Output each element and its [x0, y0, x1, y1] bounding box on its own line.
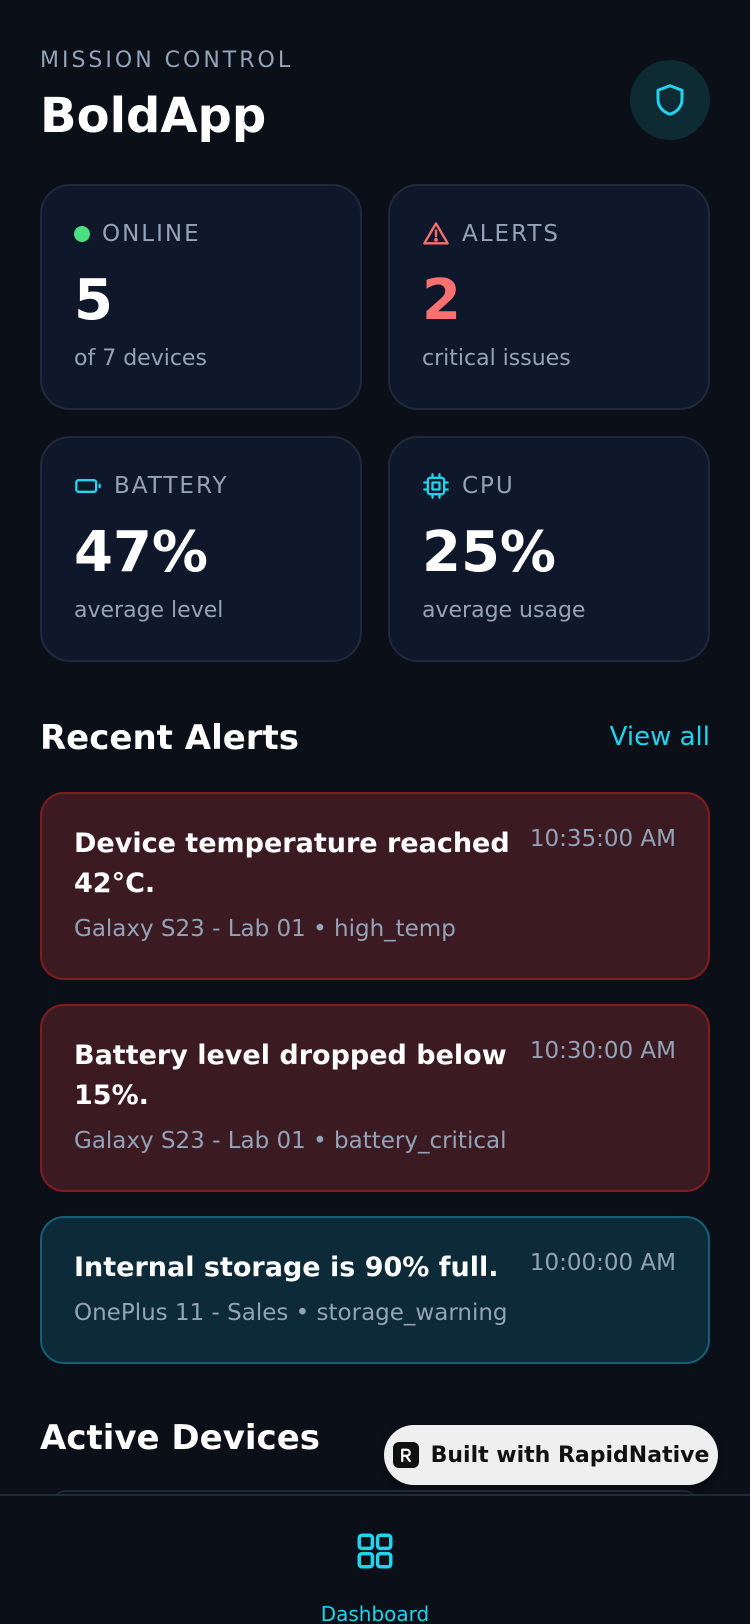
stat-label: ALERTS [462, 221, 561, 247]
stat-label: CPU [462, 473, 515, 499]
header-eyebrow: MISSION CONTROL [40, 48, 294, 73]
alert-meta: OnePlus 11 - Sales • storage_warning [74, 1300, 508, 1326]
alert-time: 10:30:00 AM [529, 1038, 676, 1064]
alert-message: Internal storage is 90% full. [74, 1252, 499, 1283]
shield-button[interactable] [630, 60, 710, 140]
alert-time: 10:35:00 AM [529, 826, 676, 852]
stat-value: 47% [74, 520, 209, 585]
dashboard-screen: MISSION CONTROL BoldApp ONLINE 5 of 7 de… [0, 0, 750, 1624]
stat-label-row: ALERTS [422, 218, 560, 250]
stat-card-alerts[interactable]: ALERTS 2 critical issues [388, 184, 710, 410]
cpu-chip-icon [423, 473, 449, 499]
rapidnative-logo-icon [392, 1442, 419, 1468]
battery-icon [75, 479, 101, 493]
stat-subtext: average level [74, 598, 224, 623]
stat-subtext: of 7 devices [74, 346, 207, 371]
shield-icon [656, 84, 684, 116]
stat-value: 5 [74, 268, 113, 333]
built-with-badge[interactable]: Built with RapidNative [384, 1425, 718, 1485]
stat-value: 2 [422, 268, 461, 333]
alert-meta: Galaxy S23 - Lab 01 • high_temp [74, 916, 456, 942]
stat-card-battery[interactable]: BATTERY 47% average level [40, 436, 362, 662]
bottom-tab-bar: Dashboard [0, 1494, 750, 1624]
stat-label-row: CPU [422, 470, 515, 502]
tab-label: Dashboard [320, 1602, 430, 1624]
alert-message: Battery level dropped below 15%. [74, 1040, 507, 1111]
alert-card[interactable]: Internal storage is 90% full. 10:00:00 A… [40, 1216, 710, 1364]
recent-alerts-title: Recent Alerts [40, 718, 300, 758]
alert-meta: Galaxy S23 - Lab 01 • battery_critical [74, 1128, 507, 1154]
view-all-link[interactable]: View all [610, 722, 710, 752]
alert-time: 10:00:00 AM [529, 1250, 676, 1276]
alert-card[interactable]: Battery level dropped below 15%. 10:30:0… [40, 1004, 710, 1192]
app-title: BoldApp [40, 88, 267, 144]
stat-label: ONLINE [102, 221, 201, 247]
stat-card-cpu[interactable]: CPU 25% average usage [388, 436, 710, 662]
warning-triangle-icon [423, 222, 449, 245]
tab-dashboard[interactable]: Dashboard [300, 1530, 450, 1624]
alert-message: Device temperature reached 42°C. [74, 828, 510, 899]
badge-text: Built with RapidNative [430, 1442, 710, 1468]
stat-value: 25% [422, 520, 557, 585]
stat-subtext: critical issues [422, 346, 571, 371]
stat-label-row: BATTERY [74, 470, 229, 502]
active-devices-title: Active Devices [40, 1418, 320, 1458]
stat-label: BATTERY [114, 473, 229, 499]
alert-card[interactable]: Device temperature reached 42°C. 10:35:0… [40, 792, 710, 980]
stat-subtext: average usage [422, 598, 586, 623]
grid-icon [357, 1533, 393, 1569]
online-status-dot [74, 226, 90, 242]
stat-label-row: ONLINE [74, 218, 201, 250]
stat-card-online[interactable]: ONLINE 5 of 7 devices [40, 184, 362, 410]
